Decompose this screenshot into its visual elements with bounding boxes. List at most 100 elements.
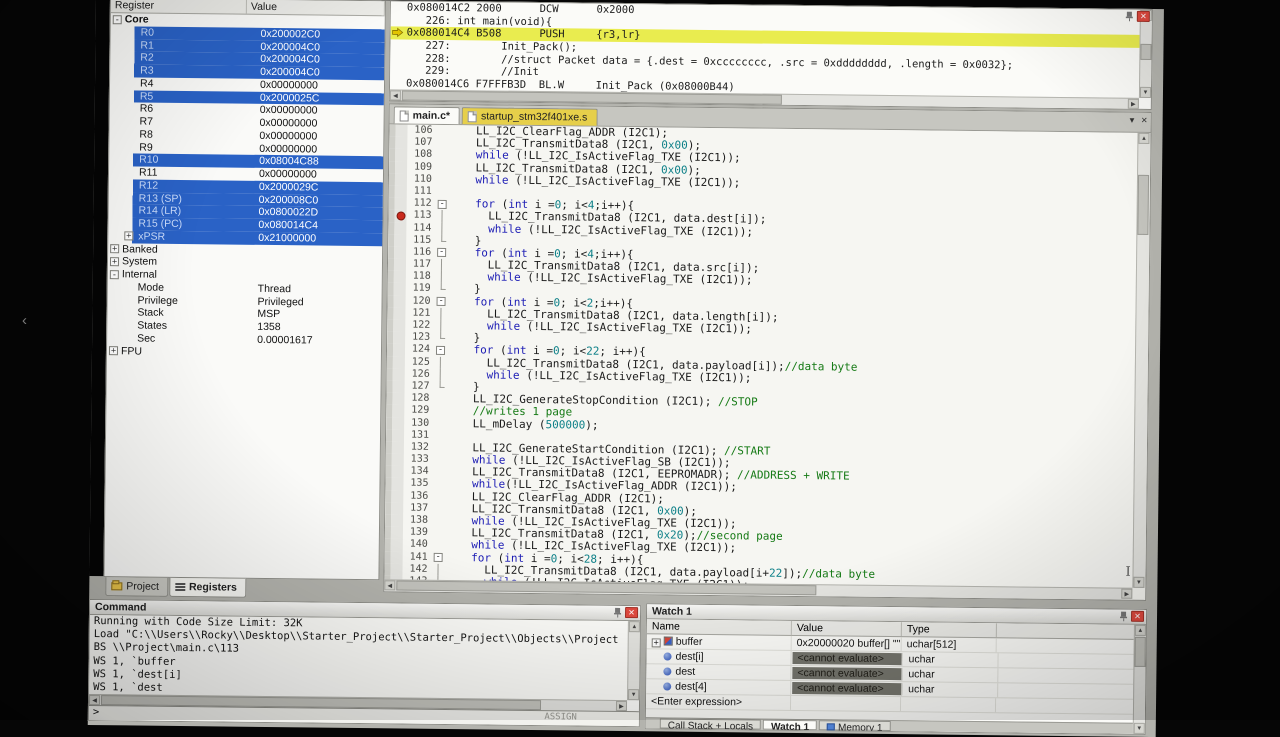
collapse-icon[interactable]: - (110, 270, 119, 279)
breakpoint-margin[interactable] (394, 271, 406, 283)
tab-close-icon[interactable]: ✕ (1141, 116, 1148, 125)
close-icon[interactable]: ✕ (625, 607, 638, 618)
breakpoint-margin[interactable] (395, 124, 407, 136)
breakpoint-margin[interactable] (391, 539, 403, 551)
breakpoint-margin[interactable] (395, 173, 407, 185)
scroll-thumb[interactable] (1137, 175, 1149, 235)
fold-collapse-icon[interactable]: - (436, 346, 445, 355)
watch-value-cell: <cannot evaluate> (792, 667, 902, 680)
tab-main-c[interactable]: main.c* (394, 106, 461, 124)
file-icon (400, 110, 409, 121)
breakpoint-margin[interactable] (394, 258, 406, 270)
breakpoint-margin[interactable] (390, 563, 402, 575)
fold-collapse-icon[interactable]: - (434, 553, 443, 562)
breakpoint-margin[interactable] (392, 453, 404, 465)
tab-call-stack-locals[interactable]: Call Stack + Locals (660, 718, 761, 729)
scroll-right-icon[interactable]: ▶ (1128, 99, 1139, 109)
tab-scroll-down-icon[interactable]: ▼ (1128, 116, 1136, 125)
breakpoint-margin[interactable] (392, 393, 404, 405)
breakpoint-margin[interactable] (395, 185, 407, 197)
breakpoint-margin[interactable] (392, 417, 404, 429)
fold-collapse-icon[interactable]: - (438, 200, 447, 209)
close-icon[interactable]: ✕ (1137, 11, 1150, 22)
breakpoint-margin[interactable] (391, 527, 403, 539)
pin-icon[interactable] (1125, 11, 1134, 22)
watch-vscrollbar[interactable]: ▲ ▼ (1133, 625, 1146, 734)
breakpoint-margin[interactable] (395, 198, 407, 210)
scroll-up-icon[interactable]: ▲ (629, 621, 640, 632)
scroll-down-icon[interactable]: ▼ (1140, 87, 1151, 98)
breakpoint-margin[interactable] (394, 234, 406, 246)
tab-project[interactable]: Project (105, 577, 168, 597)
breakpoint-marker[interactable] (396, 211, 405, 220)
tab-registers[interactable]: Registers (169, 578, 246, 598)
pin-icon[interactable] (613, 607, 622, 618)
pin-icon[interactable] (1119, 611, 1128, 622)
scroll-right-icon[interactable]: ▶ (616, 701, 627, 711)
expand-icon[interactable]: + (110, 257, 119, 266)
breakpoint-margin[interactable] (394, 210, 406, 222)
close-icon[interactable]: ✕ (1131, 611, 1144, 622)
breakpoint-margin[interactable] (392, 405, 404, 417)
breakpoint-margin[interactable] (391, 551, 403, 563)
line-number: 135 (403, 478, 433, 491)
breakpoint-margin[interactable] (393, 307, 405, 319)
expand-icon[interactable]: + (124, 232, 133, 241)
register-name: R10 (139, 154, 158, 166)
expand-icon[interactable]: + (110, 244, 119, 253)
scroll-up-icon[interactable]: ▲ (1138, 133, 1149, 144)
scroll-thumb[interactable] (1140, 44, 1151, 60)
watch-name-cell[interactable]: dest (646, 664, 791, 680)
breakpoint-margin[interactable] (391, 490, 403, 502)
watch-name-cell[interactable]: <Enter expression> (646, 694, 791, 710)
scroll-thumb[interactable] (1134, 637, 1145, 667)
code-area[interactable]: 106 LL_I2C_ClearFlag_ADDR (I2C1);107 LL_… (384, 124, 1137, 587)
scroll-left-icon[interactable]: ◀ (89, 695, 100, 705)
expand-icon[interactable]: + (652, 638, 661, 647)
fold-line (441, 222, 442, 234)
command-vscrollbar[interactable]: ▲ ▼ (627, 621, 640, 700)
watch-name-cell[interactable]: +buffer (647, 634, 792, 650)
scroll-thumb[interactable] (396, 580, 816, 595)
register-value: 0x200004C0 (260, 53, 320, 66)
breakpoint-margin[interactable] (394, 246, 406, 258)
fold-collapse-icon[interactable]: - (437, 248, 446, 257)
fold-margin (434, 393, 446, 405)
scroll-down-icon[interactable]: ▼ (1134, 723, 1145, 734)
watch-name-cell[interactable]: dest[4] (646, 679, 791, 695)
breakpoint-margin[interactable] (393, 380, 405, 392)
breakpoint-margin[interactable] (392, 429, 404, 441)
fold-collapse-icon[interactable]: - (437, 297, 446, 306)
breakpoint-margin[interactable] (391, 478, 403, 490)
scroll-left-icon[interactable]: ◀ (390, 90, 401, 100)
breakpoint-margin[interactable] (394, 283, 406, 295)
tab-memory-1[interactable]: Memory 1 (819, 720, 891, 731)
breakpoint-margin[interactable] (393, 332, 405, 344)
breakpoint-margin[interactable] (393, 344, 405, 356)
tab-watch-1[interactable]: Watch 1 (763, 720, 817, 731)
breakpoint-margin[interactable] (391, 502, 403, 514)
breakpoint-margin[interactable] (392, 466, 404, 478)
disassembly-vscrollbar[interactable]: ▲ ▼ (1139, 10, 1152, 98)
scroll-up-icon[interactable]: ▲ (1135, 625, 1146, 636)
tab-startup-s[interactable]: startup_stm32f401xe.s (462, 107, 597, 126)
breakpoint-margin[interactable] (393, 368, 405, 380)
breakpoint-margin[interactable] (395, 161, 407, 173)
breakpoint-margin[interactable] (394, 222, 406, 234)
register-row[interactable]: +FPU (107, 345, 381, 361)
breakpoint-margin[interactable] (392, 441, 404, 453)
watch-name-cell[interactable]: dest[i] (646, 649, 791, 665)
scroll-down-icon[interactable]: ▼ (1133, 577, 1144, 588)
breakpoint-margin[interactable] (394, 295, 406, 307)
scroll-down-icon[interactable]: ▼ (628, 689, 639, 700)
breakpoint-margin[interactable] (395, 137, 407, 149)
scroll-thumb[interactable] (402, 90, 782, 104)
expand-icon[interactable]: + (109, 346, 118, 355)
breakpoint-margin[interactable] (393, 319, 405, 331)
collapse-icon[interactable]: - (113, 15, 122, 24)
scroll-left-icon[interactable]: ◀ (384, 580, 395, 590)
scroll-right-icon[interactable]: ▶ (1121, 589, 1132, 599)
breakpoint-margin[interactable] (391, 514, 403, 526)
breakpoint-margin[interactable] (393, 356, 405, 368)
breakpoint-margin[interactable] (395, 149, 407, 161)
